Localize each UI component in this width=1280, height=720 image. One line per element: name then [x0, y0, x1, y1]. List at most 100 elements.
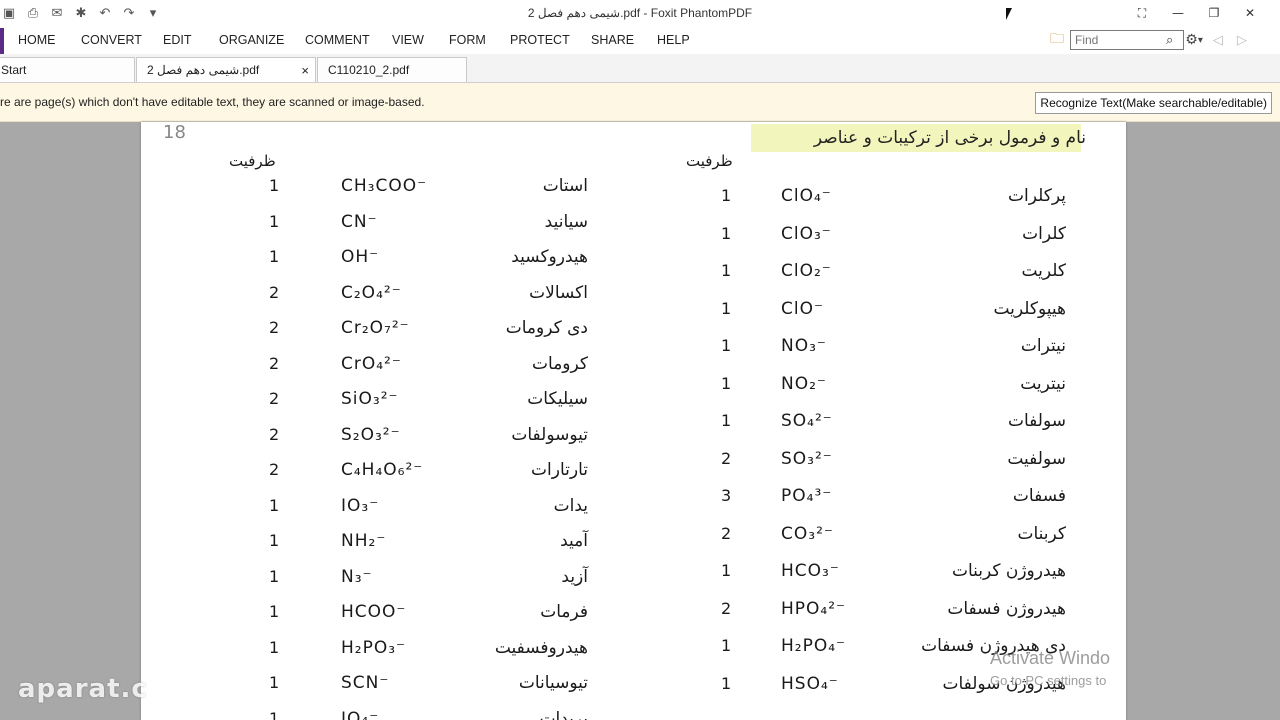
activate-windows-title: Activate Windo	[990, 648, 1111, 668]
formula-cell: ClO⁻	[781, 298, 824, 319]
menu-comment[interactable]: COMMENT	[305, 33, 370, 47]
menu-home[interactable]: HOME	[18, 33, 56, 47]
ion-name-cell: اکسالات	[529, 282, 588, 303]
ion-name-cell: کلریت	[1021, 261, 1066, 281]
notice-text: re are page(s) which don't have editable…	[0, 95, 425, 109]
activate-windows-subtitle: Go to PC settings to	[990, 673, 1107, 688]
menu-protect[interactable]: PROTECT	[510, 33, 570, 47]
valence-cell: 2	[721, 523, 732, 543]
menu-share[interactable]: SHARE	[591, 33, 634, 47]
restore-icon[interactable]: ❐	[1196, 3, 1232, 23]
formula-cell: SiO₃²⁻	[341, 389, 399, 409]
menu-convert[interactable]: CONVERT	[81, 33, 142, 47]
ion-name-cell: هیدروکسید	[511, 247, 588, 267]
ion-name-cell: کلرات	[1022, 223, 1066, 244]
valence-cell: 1	[721, 223, 732, 243]
ion-name-cell: آزید	[561, 566, 588, 587]
formula-cell: H₂PO₃⁻	[341, 637, 407, 658]
formula-cell: NH₂⁻	[341, 531, 387, 551]
page-number: 18	[163, 122, 186, 143]
valence-cell: 1	[721, 186, 732, 205]
menu-view[interactable]: VIEW	[392, 33, 424, 47]
ion-name-cell: آمید	[560, 531, 588, 551]
formula-cell: CN⁻	[341, 211, 378, 232]
valence-cell: 1	[721, 373, 732, 393]
page-heading: نام و فرمول برخی از ترکیبات و عناصر	[813, 128, 1086, 148]
valence-cell: 1	[721, 298, 732, 318]
menu-organize[interactable]: ORGANIZE	[219, 33, 284, 47]
formula-cell: ClO₄⁻	[781, 186, 832, 206]
ion-name-cell: کرومات	[532, 353, 588, 374]
file-tab-accent[interactable]	[0, 28, 4, 54]
close-icon[interactable]: ✕	[1232, 3, 1268, 23]
valence-cell: 1	[269, 495, 280, 515]
ion-name-cell: دی کرومات	[505, 318, 588, 338]
valence-cell: 1	[269, 211, 280, 231]
ion-name-cell: سیانید	[544, 211, 588, 232]
menu-help[interactable]: HELP	[657, 33, 690, 47]
valence-cell: 1	[721, 636, 732, 655]
fullscreen-icon[interactable]: ⛶	[1124, 3, 1160, 23]
ion-name-cell: پرکلرات	[1008, 186, 1066, 206]
valence-cell: 2	[269, 389, 280, 408]
scanned-notice-bar: re are page(s) which don't have editable…	[0, 83, 1280, 122]
valence-cell: 1	[269, 247, 280, 266]
valence-cell: 2	[269, 424, 280, 444]
valence-cell: 1	[721, 336, 732, 355]
ion-name-cell: نیتریت	[1020, 373, 1066, 394]
ion-name-cell: هیدروفسفیت	[494, 637, 588, 658]
menu-form[interactable]: FORM	[449, 33, 486, 47]
aparat-watermark: aparat.c	[18, 674, 148, 704]
formula-cell: IO₄⁻	[341, 708, 380, 720]
prev-result-icon[interactable]: ◁	[1213, 33, 1223, 48]
valence-cell: 1	[269, 566, 280, 586]
next-result-icon[interactable]: ▷	[1237, 33, 1247, 48]
menu-edit[interactable]: EDIT	[163, 33, 191, 47]
minimize-icon[interactable]: —	[1160, 3, 1196, 23]
tab-label: Start	[1, 63, 27, 77]
gear-dropdown-icon[interactable]: ▾	[1198, 35, 1203, 46]
ion-name-cell: هیپوکلریت	[993, 298, 1066, 319]
close-tab-icon[interactable]: ×	[301, 58, 309, 83]
ion-name-cell: فرمات	[540, 602, 588, 622]
ion-name-cell: کربنات	[1017, 523, 1066, 544]
ion-name-cell: تارتارات	[531, 460, 588, 480]
valence-cell: 2	[721, 448, 732, 468]
ion-name-cell: یدات	[553, 495, 588, 516]
valence-cell: 2	[269, 282, 280, 302]
formula-cell: HCOO⁻	[341, 602, 407, 622]
pdf-page[interactable]: 18 نام و فرمول برخی از ترکیبات و عناصر ظ…	[141, 122, 1126, 720]
valence-cell: 1	[269, 708, 280, 720]
valence-cell: 1	[269, 602, 280, 621]
formula-cell: SO₃²⁻	[781, 448, 833, 469]
formula-cell: ClO₂⁻	[781, 261, 832, 281]
formula-cell: ClO₃⁻	[781, 223, 832, 244]
valence-cell: 2	[269, 318, 280, 337]
formula-cell: NO₂⁻	[781, 373, 827, 394]
search-icon[interactable]: ⌕	[1166, 33, 1173, 48]
ion-name-cell: هیدروژن کربنات	[951, 561, 1066, 581]
tab-active-document[interactable]: شیمی دهم فصل 2.pdf ×	[136, 57, 316, 82]
formula-cell: C₄H₄O₆²⁻	[341, 460, 424, 480]
tab-start[interactable]: Start	[0, 57, 135, 82]
valence-cell: 1	[721, 561, 732, 580]
find-area: 🗀 ⌕ ⚙ ▾ ◁ ▷	[1050, 28, 1247, 52]
tab-c110210[interactable]: C110210_2.pdf	[317, 57, 467, 82]
valence-cell: 1	[269, 176, 280, 195]
recognize-text-button[interactable]: Recognize Text(Make searchable/editable)	[1035, 92, 1272, 114]
formula-cell: HSO₄⁻	[781, 673, 839, 694]
ion-name-cell: نیترات	[1020, 336, 1066, 356]
valence-cell: 2	[269, 353, 280, 373]
ion-name-cell: سولفیت	[1007, 448, 1066, 469]
formula-cell: PO₄³⁻	[781, 486, 833, 506]
formula-cell: SCN⁻	[341, 673, 390, 693]
mouse-cursor-icon	[1006, 8, 1012, 20]
tab-label: شیمی دهم فصل 2.pdf	[147, 63, 260, 77]
folder-search-icon[interactable]: 🗀	[1050, 28, 1064, 52]
formula-cell: HCO₃⁻	[781, 561, 840, 581]
valence-cell: 1	[721, 261, 732, 280]
formula-cell: S₂O₃²⁻	[341, 424, 401, 445]
ion-name-cell: تیوسولفات	[511, 424, 588, 445]
valence-cell: 2	[721, 598, 732, 618]
gear-icon[interactable]: ⚙	[1185, 32, 1198, 48]
